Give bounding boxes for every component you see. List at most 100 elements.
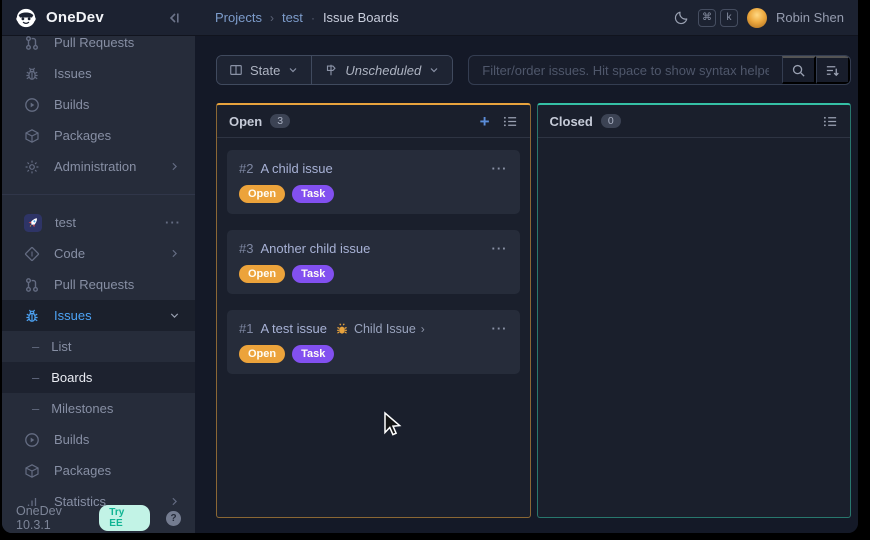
issue-title[interactable]: A child issue (260, 161, 332, 176)
chevron-down-icon (287, 64, 299, 76)
sidebar-item-label: Builds (54, 97, 89, 112)
project-rocket-avatar (24, 214, 42, 232)
sidebar-item-label: Issues (54, 66, 92, 81)
play-circle-icon (24, 432, 40, 448)
filter-bar (468, 55, 851, 85)
user-avatar[interactable] (747, 8, 767, 28)
label-badge-task[interactable]: Task (292, 265, 334, 283)
child-issue-link[interactable]: Child Issue › (335, 322, 425, 336)
sidebar-subitem-milestones[interactable]: – Milestones (2, 393, 195, 424)
project-more-icon[interactable]: ··· (165, 215, 181, 230)
sidebar-item-project-builds[interactable]: Builds (2, 424, 195, 455)
sidebar-footer: OneDev 10.3.1 Try EE ? (2, 506, 195, 533)
bug-icon (24, 308, 40, 324)
board-column-open: Open 3 + #2 A child issue (216, 103, 531, 518)
state-badge-open[interactable]: Open (239, 185, 285, 203)
board-selectors: State Unscheduled (216, 55, 453, 85)
issue-number: #2 (239, 161, 253, 176)
gear-icon (24, 159, 40, 175)
help-icon[interactable]: ? (166, 511, 181, 526)
sidebar-item-label: Builds (54, 432, 89, 447)
sidebar-item-code[interactable]: Code (2, 238, 195, 269)
try-ee-badge[interactable]: Try EE (99, 505, 150, 531)
card-more-icon[interactable]: ··· (492, 325, 508, 333)
sidebar-item-label: Issues (54, 308, 92, 323)
breadcrumb-separator-icon: › (270, 11, 274, 25)
board-select-label: State (250, 63, 280, 78)
column-header: Closed 0 (538, 105, 851, 138)
sidebar-item-label: Administration (54, 159, 136, 174)
sidebar-collapse-icon[interactable] (166, 10, 182, 26)
filter-input[interactable] (469, 56, 782, 84)
issue-title[interactable]: Another child issue (260, 241, 370, 256)
user-name[interactable]: Robin Shen (776, 10, 844, 25)
sidebar-item-project-packages[interactable]: Packages (2, 455, 195, 486)
label-badge-task[interactable]: Task (292, 185, 334, 203)
column-count-badge: 3 (270, 114, 290, 128)
column-header: Open 3 + (217, 105, 530, 138)
breadcrumb: Projects › test · Issue Boards (215, 10, 399, 25)
breadcrumb-project-link[interactable]: test (282, 10, 303, 25)
sidebar: Pull Requests Issues Builds (2, 36, 195, 533)
sidebar-subitem-boards[interactable]: – Boards (2, 362, 195, 393)
issue-title[interactable]: A test issue (260, 321, 326, 336)
column-list-icon[interactable] (823, 114, 838, 129)
dash-icon: – (32, 370, 39, 385)
sidebar-item-project-pull-requests[interactable]: Pull Requests (2, 269, 195, 300)
sidebar-item-label: Boards (51, 370, 92, 385)
columns-icon (229, 63, 243, 77)
kbd-cmd-key: ⌘ (698, 9, 716, 27)
code-icon (24, 246, 40, 262)
state-badge-open[interactable]: Open (239, 345, 285, 363)
sidebar-item-project-test[interactable]: test ··· (2, 207, 195, 238)
sidebar-item-packages[interactable]: Packages (2, 120, 195, 151)
add-issue-button[interactable]: + (480, 113, 490, 130)
bug-icon (24, 66, 40, 82)
chevron-right-icon (168, 160, 181, 173)
dark-mode-moon-icon[interactable] (674, 10, 689, 25)
sidebar-item-issues[interactable]: Issues (2, 58, 195, 89)
package-icon (24, 463, 40, 479)
board-select-button[interactable]: State (217, 56, 311, 84)
sidebar-subitem-list[interactable]: – List (2, 331, 195, 362)
breadcrumb-separator-icon: · (311, 11, 315, 25)
board-toolbar: State Unscheduled (216, 55, 851, 85)
issue-board: Open 3 + #2 A child issue (216, 103, 851, 518)
sidebar-project-name: test (55, 215, 76, 230)
pull-request-icon (24, 36, 40, 51)
sidebar-item-project-issues[interactable]: Issues (2, 300, 195, 331)
issue-card[interactable]: #2 A child issue ··· Open Task (227, 150, 520, 214)
milestone-select-button[interactable]: Unscheduled (311, 56, 452, 84)
column-list-icon[interactable] (503, 114, 518, 129)
app-title: OneDev (46, 9, 104, 26)
sidebar-item-label: Code (54, 246, 85, 261)
sort-button[interactable] (816, 56, 850, 84)
card-more-icon[interactable]: ··· (492, 245, 508, 253)
label-badge-task[interactable]: Task (292, 345, 334, 363)
column-body (538, 138, 851, 162)
column-body: #2 A child issue ··· Open Task #3 Anothe… (217, 138, 530, 402)
chevron-right-icon (168, 247, 181, 260)
sidebar-header: OneDev (2, 0, 195, 35)
header-actions: ⌘ k Robin Shen (674, 8, 858, 28)
sidebar-item-administration[interactable]: Administration (2, 151, 195, 182)
sidebar-item-builds[interactable]: Builds (2, 89, 195, 120)
dash-icon: – (32, 401, 39, 416)
play-circle-icon (24, 97, 40, 113)
child-issue-link-label: Child Issue (354, 322, 416, 336)
issue-card[interactable]: #3 Another child issue ··· Open Task (227, 230, 520, 294)
breadcrumb-projects-link[interactable]: Projects (215, 10, 262, 25)
issue-card[interactable]: #1 A test issue Child Issue (227, 310, 520, 374)
issue-number: #3 (239, 241, 253, 256)
sidebar-item-pull-requests[interactable]: Pull Requests (2, 36, 195, 58)
package-icon (24, 128, 40, 144)
chevron-down-icon (428, 64, 440, 76)
board-column-closed: Closed 0 (537, 103, 852, 518)
chevron-right-icon: › (421, 322, 425, 336)
breadcrumb-page-title: Issue Boards (323, 10, 399, 25)
state-badge-open[interactable]: Open (239, 265, 285, 283)
card-more-icon[interactable]: ··· (492, 165, 508, 173)
version-label: OneDev 10.3.1 (16, 504, 99, 532)
onedev-logo-icon (15, 7, 37, 29)
search-button[interactable] (782, 56, 816, 84)
